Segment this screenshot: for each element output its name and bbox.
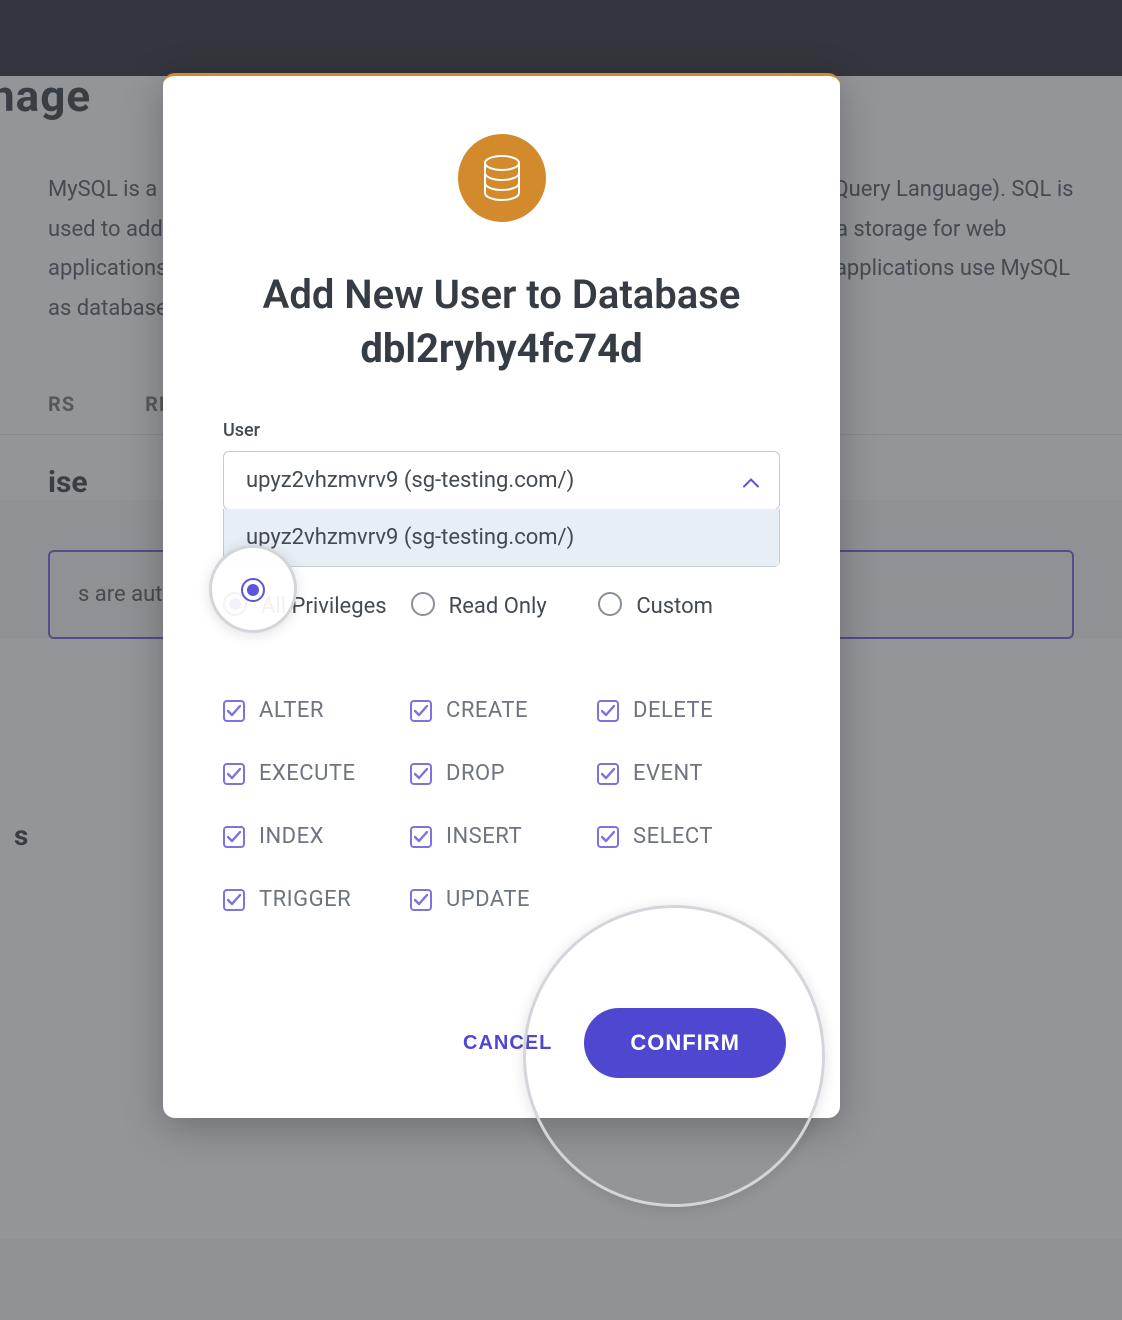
privilege-select[interactable]: SELECT bbox=[597, 824, 780, 849]
radio-label: Custom bbox=[636, 590, 713, 624]
radio-label: Read Only bbox=[449, 590, 547, 624]
privilege-label: EXECUTE bbox=[259, 761, 356, 786]
radio-indicator bbox=[598, 592, 622, 616]
privilege-label: DROP bbox=[446, 761, 505, 786]
checkbox-icon bbox=[597, 826, 619, 848]
privilege-drop[interactable]: DROP bbox=[410, 761, 593, 786]
privilege-label: TRIGGER bbox=[259, 887, 351, 912]
privilege-execute[interactable]: EXECUTE bbox=[223, 761, 406, 786]
radio-indicator bbox=[411, 592, 435, 616]
privilege-update[interactable]: UPDATE bbox=[410, 887, 593, 912]
privilege-label: CREATE bbox=[446, 698, 528, 723]
privilege-label: UPDATE bbox=[446, 887, 530, 912]
privilege-label: SELECT bbox=[633, 824, 713, 849]
modal-actions: CANCEL CONFIRM bbox=[163, 1008, 840, 1078]
privilege-mode-radios: All Privileges Read Only Custom bbox=[223, 590, 780, 624]
checkbox-icon bbox=[597, 763, 619, 785]
privilege-event[interactable]: EVENT bbox=[597, 761, 780, 786]
user-select-box[interactable]: upyz2vhzmvrv9 (sg-testing.com/) bbox=[223, 451, 780, 510]
privilege-label: DELETE bbox=[633, 698, 713, 723]
user-select-value: upyz2vhzmvrv9 (sg-testing.com/) bbox=[246, 468, 574, 493]
user-field-label: User bbox=[223, 420, 780, 441]
radio-all-privileges[interactable]: All Privileges bbox=[223, 590, 405, 624]
checkbox-icon bbox=[410, 889, 432, 911]
privilege-create[interactable]: CREATE bbox=[410, 698, 593, 723]
user-select-dropdown: upyz2vhzmvrv9 (sg-testing.com/) bbox=[223, 509, 780, 567]
modal-title-prefix: Add New User to Database bbox=[263, 271, 741, 318]
privilege-insert[interactable]: INSERT bbox=[410, 824, 593, 849]
radio-label: All Privileges bbox=[261, 590, 387, 624]
modal-db-name: dbl2ryhy4fc74d bbox=[223, 322, 780, 376]
privilege-trigger[interactable]: TRIGGER bbox=[223, 887, 406, 912]
privilege-label: EVENT bbox=[633, 761, 703, 786]
checkbox-icon bbox=[223, 889, 245, 911]
confirm-button[interactable]: CONFIRM bbox=[584, 1008, 786, 1078]
privilege-delete[interactable]: DELETE bbox=[597, 698, 780, 723]
privilege-alter[interactable]: ALTER bbox=[223, 698, 406, 723]
radio-read-only[interactable]: Read Only bbox=[411, 590, 593, 624]
checkbox-icon bbox=[223, 763, 245, 785]
checkbox-icon bbox=[410, 700, 432, 722]
radio-custom[interactable]: Custom bbox=[598, 590, 780, 624]
modal-title: Add New User to Database dbl2ryhy4fc74d bbox=[223, 268, 780, 376]
add-user-modal: Add New User to Database dbl2ryhy4fc74d … bbox=[163, 73, 840, 1118]
radio-indicator bbox=[223, 592, 247, 616]
database-icon bbox=[458, 134, 546, 222]
chevron-up-icon bbox=[743, 468, 759, 493]
checkbox-icon bbox=[597, 700, 619, 722]
user-select[interactable]: upyz2vhzmvrv9 (sg-testing.com/) upyz2vhz… bbox=[223, 451, 780, 510]
cancel-button[interactable]: CANCEL bbox=[453, 1018, 562, 1069]
privileges-grid: ALTER CREATE DELETE EXECUTE DROP EVENT INDEX IN… bbox=[223, 698, 780, 912]
privilege-label: INSERT bbox=[446, 824, 522, 849]
checkbox-icon bbox=[223, 826, 245, 848]
privilege-label: INDEX bbox=[259, 824, 324, 849]
privilege-label: ALTER bbox=[259, 698, 324, 723]
checkbox-icon bbox=[410, 763, 432, 785]
user-option[interactable]: upyz2vhzmvrv9 (sg-testing.com/) bbox=[224, 509, 779, 566]
privilege-index[interactable]: INDEX bbox=[223, 824, 406, 849]
checkbox-icon bbox=[410, 826, 432, 848]
checkbox-icon bbox=[223, 700, 245, 722]
